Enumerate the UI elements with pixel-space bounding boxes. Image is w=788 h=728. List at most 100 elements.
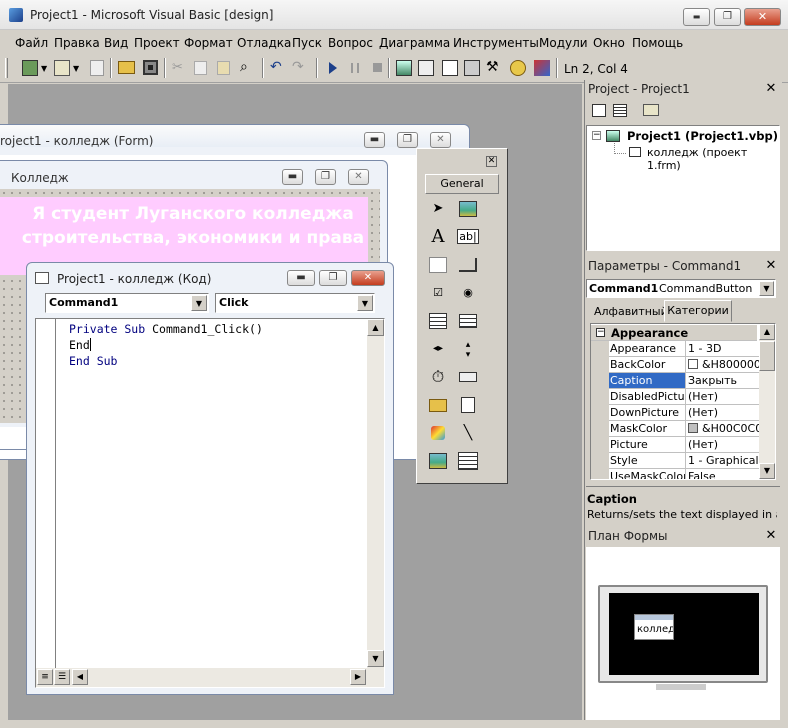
undo-icon[interactable]: ↶: [270, 59, 282, 75]
menu-addins[interactable]: Модули: [539, 36, 588, 50]
open-folder-icon[interactable]: [118, 61, 135, 74]
paste-icon[interactable]: [217, 61, 230, 75]
menu-project[interactable]: Проект: [134, 36, 180, 50]
hscrollbar-tool-icon[interactable]: ◂▸: [427, 338, 449, 360]
menu-debug[interactable]: Отладка: [237, 36, 291, 50]
menu-edit[interactable]: Правка: [54, 36, 100, 50]
chevron-down-icon[interactable]: ▼: [357, 295, 373, 311]
property-grid[interactable]: − Appearance Appearance 1 - 3D BackColor &…: [590, 323, 776, 480]
project-explorer-icon[interactable]: [396, 60, 412, 76]
copy-icon[interactable]: [194, 61, 207, 75]
checkbox-tool-icon[interactable]: ☑: [427, 282, 449, 304]
menu-query[interactable]: Вопрос: [328, 36, 373, 50]
property-row-selected[interactable]: Caption Закрыть: [591, 373, 761, 389]
toggle-folders-icon[interactable]: [643, 104, 659, 116]
tree-collapse-icon[interactable]: −: [592, 131, 601, 140]
code-close-button[interactable]: ✕: [351, 270, 385, 286]
layout-pane-close-icon[interactable]: ✕: [764, 529, 778, 543]
redo-icon[interactable]: ↷: [292, 59, 304, 75]
add-project-icon[interactable]: [22, 60, 38, 76]
property-row[interactable]: BackColor&H8000001: [591, 357, 761, 373]
break-icon[interactable]: [351, 63, 359, 73]
save-icon[interactable]: [143, 60, 158, 75]
menu-editor-icon[interactable]: [90, 60, 104, 76]
code-minimize-button[interactable]: ▬: [287, 270, 315, 286]
commandbutton-tool-icon[interactable]: [457, 254, 479, 276]
project-tree[interactable]: − Project1 (Project1.vbp) колледж (проек…: [586, 125, 780, 251]
object-browser-icon[interactable]: [464, 60, 480, 76]
props-pane-close-icon[interactable]: ✕: [764, 259, 778, 273]
restore-button[interactable]: ❐: [714, 8, 741, 26]
toolbox-close-icon[interactable]: ✕: [486, 156, 497, 167]
scroll-down-icon[interactable]: ▼: [367, 650, 384, 667]
tab-alphabetic[interactable]: Алфавитный: [594, 305, 668, 318]
form-minimize-button[interactable]: ▬: [364, 132, 385, 148]
component-manager-icon[interactable]: [534, 60, 550, 76]
listbox-tool-icon[interactable]: [457, 310, 479, 332]
project-pane-close-icon[interactable]: ✕: [764, 82, 778, 96]
combobox-tool-icon[interactable]: [427, 310, 449, 332]
menu-view[interactable]: Вид: [104, 36, 128, 50]
full-module-view-icon[interactable]: ☰: [54, 669, 70, 685]
label-tool-icon[interactable]: A: [427, 226, 449, 248]
menu-help[interactable]: Помощь: [632, 36, 683, 50]
code-restore-button[interactable]: ❐: [319, 270, 347, 286]
college-close-button[interactable]: ✕: [348, 169, 369, 185]
picturebox-tool-icon[interactable]: [457, 198, 479, 220]
timer-tool-icon[interactable]: ⏱: [427, 366, 449, 388]
scroll-thumb[interactable]: [759, 341, 775, 371]
menu-tools[interactable]: Инструменты: [453, 36, 539, 50]
optionbutton-tool-icon[interactable]: ◉: [457, 282, 479, 304]
college-restore-button[interactable]: ❐: [315, 169, 336, 185]
code-editor[interactable]: ▲ ▼ ≡ ☰ ◀ ▶: [35, 318, 385, 688]
project-form-label[interactable]: колледж (проект 1.frm): [647, 146, 779, 172]
tab-categorized[interactable]: Категории: [664, 300, 732, 322]
horizontal-scrollbar[interactable]: ≡ ☰ ◀ ▶: [36, 668, 384, 687]
form-layout-area[interactable]: коллед: [586, 547, 780, 720]
close-button[interactable]: ✕: [744, 8, 781, 26]
menu-window[interactable]: Окно: [593, 36, 625, 50]
menu-file[interactable]: Файл: [15, 36, 48, 50]
cut-icon[interactable]: ✂: [172, 60, 183, 75]
procedure-dropdown[interactable]: Click ▼: [215, 293, 375, 313]
category-row[interactable]: − Appearance: [591, 325, 757, 341]
scroll-up-icon[interactable]: ▲: [759, 324, 775, 340]
scroll-down-icon[interactable]: ▼: [759, 463, 775, 479]
toolbox-icon[interactable]: ⚒: [486, 59, 499, 75]
pointer-tool-icon[interactable]: ➤: [427, 198, 449, 220]
code-window[interactable]: Project1 - колледж (Код) ▬ ❐ ✕ Command1 …: [26, 262, 394, 695]
object-selector[interactable]: Command1 CommandButton ▼: [586, 279, 776, 298]
chevron-down-icon[interactable]: ▼: [759, 281, 774, 296]
toolbox-window[interactable]: ✕ General ➤ A ab| ☑ ◉ ◂▸ ▴ ▾ ⏱ ╲: [416, 148, 508, 484]
start-icon[interactable]: [329, 62, 337, 74]
image-tool-icon[interactable]: [427, 450, 449, 472]
property-row[interactable]: DownPicture (Нет): [591, 405, 761, 421]
category-collapse-icon[interactable]: −: [596, 328, 605, 337]
property-row[interactable]: DisabledPicture(Нет): [591, 389, 761, 405]
view-code-icon[interactable]: [592, 104, 606, 117]
filelistbox-tool-icon[interactable]: [457, 394, 479, 416]
find-icon[interactable]: ⌕: [240, 59, 248, 75]
menu-format[interactable]: Формат: [184, 36, 233, 50]
view-object-icon[interactable]: [613, 104, 627, 117]
shape-tool-icon[interactable]: [427, 422, 449, 444]
property-row[interactable]: Appearance 1 - 3D: [591, 341, 761, 357]
vscrollbar-tool-icon[interactable]: ▴ ▾: [457, 338, 479, 360]
textbox-tool-icon[interactable]: ab|: [457, 226, 479, 248]
dropdown-arrow-icon[interactable]: ▼: [41, 64, 47, 73]
toolbox-general-tab[interactable]: General: [425, 174, 499, 194]
property-row[interactable]: Picture (Нет): [591, 437, 761, 453]
form-close-button[interactable]: ✕: [430, 132, 451, 148]
dirlistbox-tool-icon[interactable]: [427, 394, 449, 416]
add-form-icon[interactable]: [54, 60, 70, 76]
dropdown-arrow-icon[interactable]: ▼: [73, 64, 79, 73]
scroll-up-icon[interactable]: ▲: [367, 319, 384, 336]
project-root-label[interactable]: Project1 (Project1.vbp): [627, 129, 778, 143]
scroll-right-icon[interactable]: ▶: [350, 669, 366, 685]
form-position-preview[interactable]: коллед: [634, 614, 674, 640]
props-scrollbar[interactable]: ▲ ▼: [759, 324, 775, 479]
procedure-view-icon[interactable]: ≡: [37, 669, 53, 685]
frame-tool-icon[interactable]: [427, 254, 449, 276]
minimize-button[interactable]: ▬: [683, 8, 710, 26]
property-row[interactable]: Style 1 - Graphical: [591, 453, 761, 469]
